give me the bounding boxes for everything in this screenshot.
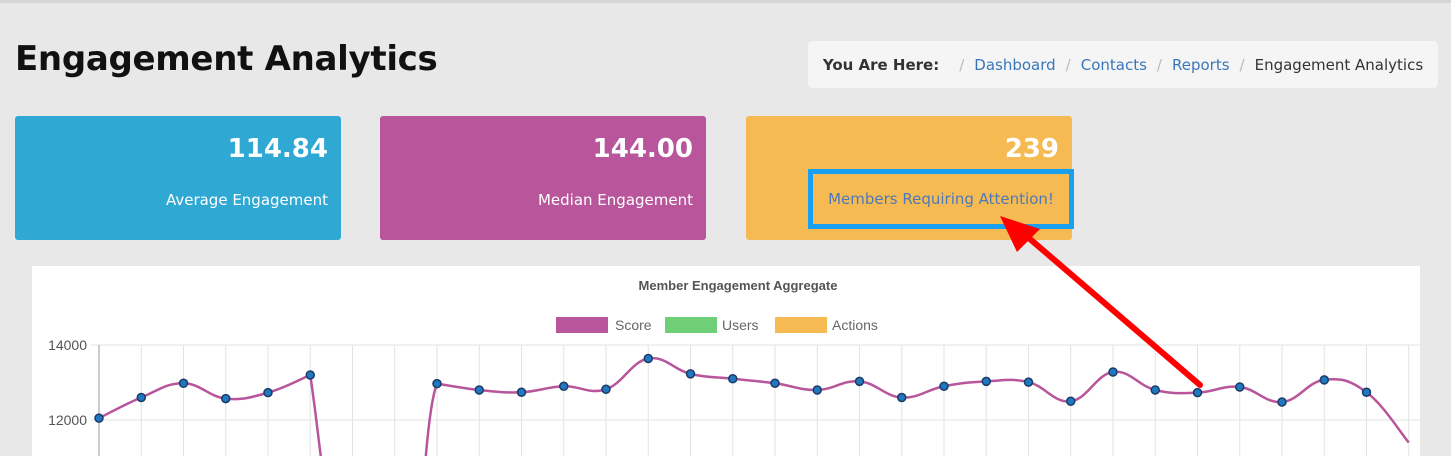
score-data-point[interactable] [474,385,484,395]
score-data-point[interactable] [136,392,146,403]
score-data-point[interactable] [1150,385,1160,395]
legend-label-users[interactable]: Users [722,317,759,333]
score-data-point[interactable] [643,353,653,364]
score-data-point[interactable] [1066,396,1076,406]
chart-lines [98,356,1410,456]
breadcrumb-separator: / [1239,55,1245,74]
score-data-point[interactable] [897,392,907,403]
score-data-point[interactable] [1023,377,1034,387]
score-data-point[interactable] [770,378,780,388]
score-data-point[interactable] [305,370,315,380]
chart-y-axis: 14000 12000 [48,337,100,456]
members-attention-value: 239 [1004,134,1059,164]
breadcrumb-label: You Are Here: [822,55,940,74]
score-data-point[interactable] [1192,387,1203,398]
breadcrumb-current: Engagement Analytics [1254,55,1424,74]
score-data-point[interactable] [432,378,442,389]
score-data-point[interactable] [1361,387,1372,397]
legend-swatch-actions[interactable] [775,317,827,333]
legend-swatch-users[interactable] [665,317,717,333]
score-data-point[interactable] [981,376,991,387]
score-data-point[interactable] [1108,367,1118,377]
score-data-point[interactable] [939,381,949,391]
legend-label-actions[interactable]: Actions [832,317,878,333]
score-data-point[interactable] [601,384,611,394]
score-data-point[interactable] [516,387,527,397]
median-engagement-card: 144.00 Median Engagement [380,116,706,240]
chart-title: Member Engagement Aggregate [639,278,838,293]
score-data-point[interactable] [1235,382,1245,392]
score-data-point[interactable] [1319,375,1329,385]
average-engagement-card: 114.84 Average Engagement [15,116,341,240]
score-data-point[interactable] [559,381,569,391]
score-data-point[interactable] [178,378,189,388]
score-series-line [98,373,311,420]
score-data-point[interactable] [1277,397,1287,407]
engagement-line-chart: Member Engagement Aggregate Score Users Ac… [48,278,1420,456]
breadcrumb-separator: / [1065,55,1071,74]
score-data-point[interactable] [221,393,231,404]
breadcrumb-link-dashboard[interactable]: Dashboard [974,56,1055,74]
score-data-point[interactable] [854,376,865,387]
score-data-point[interactable] [263,387,273,398]
members-requiring-attention-link[interactable]: Members Requiring Attention! [808,169,1074,229]
median-engagement-value: 144.00 [592,134,693,164]
median-engagement-label: Median Engagement [537,191,693,209]
legend-label-score[interactable]: Score [615,317,652,333]
score-series-drop [309,374,323,456]
breadcrumb-separator: / [1156,55,1162,74]
y-tick-label: 12000 [48,412,87,428]
score-data-point[interactable] [728,374,738,384]
average-engagement-value: 114.84 [227,134,328,164]
score-series-line [436,356,1410,444]
score-data-point[interactable] [812,385,822,395]
score-data-point[interactable] [685,369,696,379]
page-title: Engagement Analytics [15,39,438,79]
average-engagement-label: Average Engagement [165,191,328,209]
breadcrumb-separator: / [959,55,965,74]
y-tick-label: 14000 [48,337,87,353]
breadcrumb: You Are Here: / Dashboard / Contacts / R… [808,41,1438,88]
engagement-chart-panel: Member Engagement Aggregate Score Users Ac… [32,266,1420,456]
legend-swatch-score[interactable] [556,317,608,333]
chart-grid [91,344,1420,456]
breadcrumb-link-reports[interactable]: Reports [1172,56,1230,74]
members-attention-card: 239 Members Requiring Attention! [746,116,1074,240]
chart-legend: Score Users Actions [556,317,878,333]
score-data-point[interactable] [94,413,104,423]
breadcrumb-link-contacts[interactable]: Contacts [1081,56,1147,74]
